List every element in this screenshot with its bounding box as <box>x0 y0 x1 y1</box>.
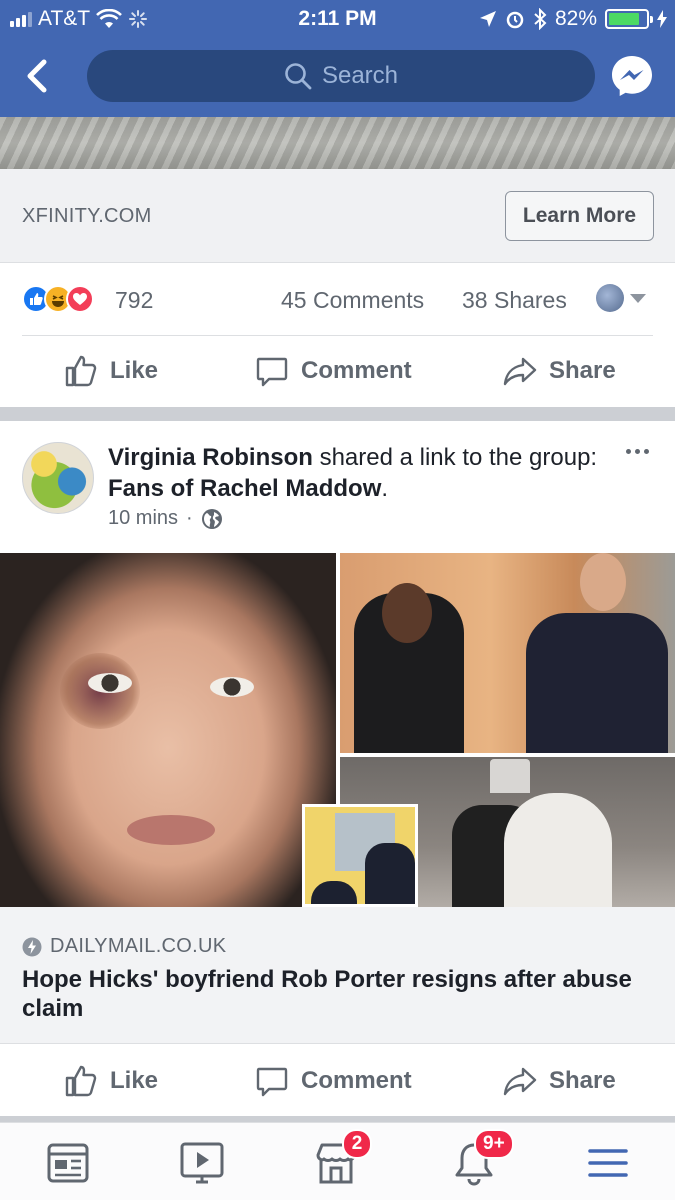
photo-couple-walking <box>340 553 675 753</box>
hamburger-menu-icon <box>588 1149 628 1177</box>
comment-label: Comment <box>301 1067 412 1094</box>
bluetooth-icon <box>534 8 547 30</box>
photo-bruised-face <box>0 553 336 907</box>
link-domain: DAILYMAIL.CO.UK <box>22 935 226 958</box>
share-label: Share <box>549 1067 616 1094</box>
thumbs-up-icon <box>65 1065 97 1097</box>
ad-image[interactable] <box>0 117 675 169</box>
post2-action-bar: Like Comment Share <box>0 1045 675 1117</box>
period: . <box>381 475 389 502</box>
share-label: Share <box>549 357 616 384</box>
share-arrow-icon <box>503 357 537 386</box>
messenger-icon <box>612 56 652 96</box>
post-meta: 10 mins · <box>108 507 223 530</box>
search-input[interactable]: Search <box>87 50 595 102</box>
feed-separator <box>0 407 675 421</box>
tab-menu[interactable] <box>580 1135 636 1191</box>
comments-count[interactable]: 45 Comments <box>281 287 424 314</box>
like-button[interactable]: Like <box>64 335 158 407</box>
reaction-icons[interactable] <box>22 285 94 313</box>
love-reaction-icon <box>66 285 94 313</box>
bottom-tab-bar: 2 9+ <box>0 1122 675 1200</box>
thumbs-up-icon <box>65 355 97 387</box>
comment-icon <box>256 357 288 387</box>
post-timestamp[interactable]: 10 mins <box>108 507 178 530</box>
comment-button[interactable]: Comment <box>255 335 412 407</box>
viewer-avatar[interactable] <box>596 284 624 312</box>
watch-video-icon <box>180 1142 224 1184</box>
lightning-icon <box>22 937 42 956</box>
alarm-icon <box>506 11 524 29</box>
share-arrow-icon <box>503 1067 537 1096</box>
link-preview-box[interactable]: DAILYMAIL.CO.UK Hope Hicks' boyfriend Ro… <box>0 907 675 1044</box>
messenger-button[interactable] <box>610 54 654 98</box>
battery-percent: 82% <box>554 7 597 30</box>
share-button[interactable]: Share <box>503 1045 616 1117</box>
tab-watch[interactable] <box>174 1135 230 1191</box>
back-chevron-icon <box>27 59 47 93</box>
share-button[interactable]: Share <box>503 335 616 407</box>
learn-more-button[interactable]: Learn More <box>505 191 654 241</box>
tab-notifications[interactable]: 9+ <box>446 1129 514 1191</box>
notifications-badge: 9+ <box>474 1129 514 1159</box>
comment-icon <box>256 1067 288 1097</box>
search-icon <box>285 63 312 90</box>
search-placeholder: Search <box>321 62 399 89</box>
author-avatar[interactable] <box>22 442 94 514</box>
news-feed-icon <box>47 1143 89 1183</box>
ad-link-footer[interactable]: XFINITY.COM Learn More <box>0 169 675 263</box>
post-stats-row: 792 45 Comments 38 Shares <box>0 263 675 335</box>
tab-marketplace[interactable]: 2 <box>308 1129 372 1191</box>
meta-separator: · <box>186 507 193 529</box>
link-title[interactable]: Hope Hicks' boyfriend Rob Porter resigns… <box>22 965 642 1023</box>
more-options-icon[interactable] <box>626 449 649 454</box>
back-button[interactable] <box>22 58 52 94</box>
top-navigation-bar: AT&T 2:11 PM 82% Search <box>0 0 675 117</box>
reaction-count[interactable]: 792 <box>115 287 153 314</box>
author-name[interactable]: Virginia Robinson <box>108 444 313 471</box>
comment-label: Comment <box>301 357 412 384</box>
post-verb: shared a link to the group: <box>319 444 598 471</box>
charging-bolt-icon <box>657 10 667 28</box>
battery-icon <box>605 9 653 29</box>
marketplace-badge: 2 <box>342 1129 372 1159</box>
globe-icon <box>201 508 222 529</box>
status-bar: AT&T 2:11 PM 82% <box>0 0 675 38</box>
like-button[interactable]: Like <box>64 1045 158 1117</box>
ad-domain: XFINITY.COM <box>22 205 152 227</box>
like-label: Like <box>110 1067 159 1094</box>
group-name[interactable]: Fans of Rachel Maddow <box>108 475 381 502</box>
status-right: 82% <box>479 7 667 31</box>
caret-down-icon[interactable] <box>630 294 646 303</box>
shares-count[interactable]: 38 Shares <box>462 287 567 314</box>
photo-oval-office <box>302 804 418 907</box>
post-header-text: Virginia Robinson shared a link to the g… <box>108 442 598 504</box>
link-preview-image[interactable] <box>0 553 675 907</box>
location-arrow-icon <box>479 11 496 27</box>
tab-news-feed[interactable] <box>40 1135 96 1191</box>
link-domain-text: DAILYMAIL.CO.UK <box>50 935 227 957</box>
like-label: Like <box>110 357 159 384</box>
post1-action-bar: Like Comment Share <box>0 335 675 407</box>
comment-button[interactable]: Comment <box>255 1045 412 1117</box>
